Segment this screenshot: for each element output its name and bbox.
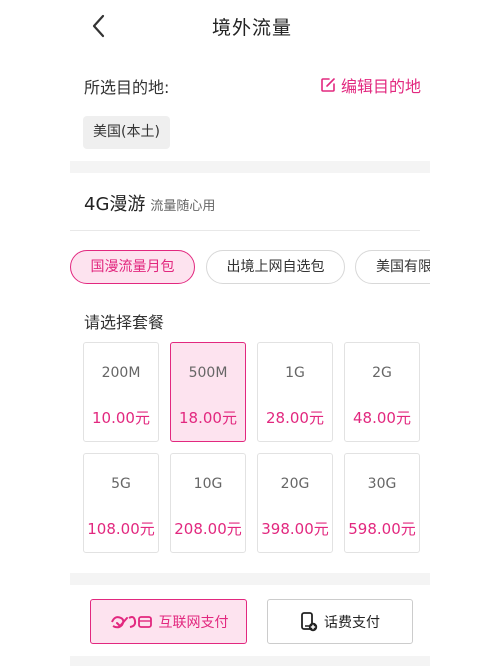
screen: 境外流量 所选目的地: 编辑目的地 美国(本土) 4G漫游 流量随心用 国漫流量… [0,0,500,666]
edit-destination-label: 编辑目的地 [341,77,422,96]
plan-size: 20G [280,476,310,492]
plan-price: 18.00元 [179,409,237,427]
plan-card-10g[interactable]: 10G 208.00元 [170,453,246,553]
phone-bill-payment-button[interactable]: 话费支付 [267,599,413,644]
plan-card-30g[interactable]: 30G 598.00元 [344,453,420,553]
package-tabs: 国漫流量月包 出境上网自选包 美国有限 [70,250,430,290]
plan-price: 10.00元 [92,409,150,427]
internet-payment-label: 互联网支付 [158,614,229,631]
plan-card-200m[interactable]: 200M 10.00元 [83,342,159,442]
plan-size: 200M [101,365,141,381]
destination-chip[interactable]: 美国(本土) [83,116,170,149]
edit-icon [321,78,335,92]
tab-outbound-custom-package[interactable]: 出境上网自选包 [206,250,345,284]
plan-price: 598.00元 [348,520,416,538]
section-divider [70,573,430,585]
plan-card-20g[interactable]: 20G 398.00元 [257,453,333,553]
internet-payment-button[interactable]: 互联网支付 [90,599,247,644]
plan-card-1g[interactable]: 1G 28.00元 [257,342,333,442]
plan-size: 2G [372,365,392,381]
bottom-band [70,656,430,666]
edit-destination-button[interactable]: 编辑目的地 [320,73,421,97]
plan-size: 1G [285,365,305,381]
tab-us-limited[interactable]: 美国有限 [355,250,430,284]
roaming-subtitle: 流量随心用 [150,199,216,214]
page-title: 境外流量 [211,17,292,39]
roaming-heading: 4G漫游 流量随心用 [84,190,215,216]
plan-price: 398.00元 [261,520,329,538]
phone-bill-icon [301,611,318,631]
plan-size: 10G [193,476,223,492]
plan-price: 208.00元 [174,520,242,538]
plan-card-500m[interactable]: 500M 18.00元 [170,342,246,442]
choose-plan-label: 请选择套餐 [84,313,165,332]
wallet-pay-icon [110,615,152,628]
plan-card-2g[interactable]: 2G 48.00元 [344,342,420,442]
header-bar: 境外流量 [70,0,430,52]
back-arrow-icon[interactable] [88,11,112,41]
tab-monthly-package[interactable]: 国漫流量月包 [70,250,195,284]
plan-price: 108.00元 [87,520,155,538]
plan-size: 500M [188,365,228,381]
plan-price: 48.00元 [353,409,411,427]
plan-size: 30G [367,476,397,492]
divider [70,230,420,231]
plan-card-5g[interactable]: 5G 108.00元 [83,453,159,553]
roaming-title: 4G漫游 [84,194,146,215]
phone-bill-payment-label: 话费支付 [324,614,380,631]
destination-label: 所选目的地: [84,78,170,97]
plan-price: 28.00元 [266,409,324,427]
section-divider [70,161,430,173]
plan-size: 5G [111,476,131,492]
